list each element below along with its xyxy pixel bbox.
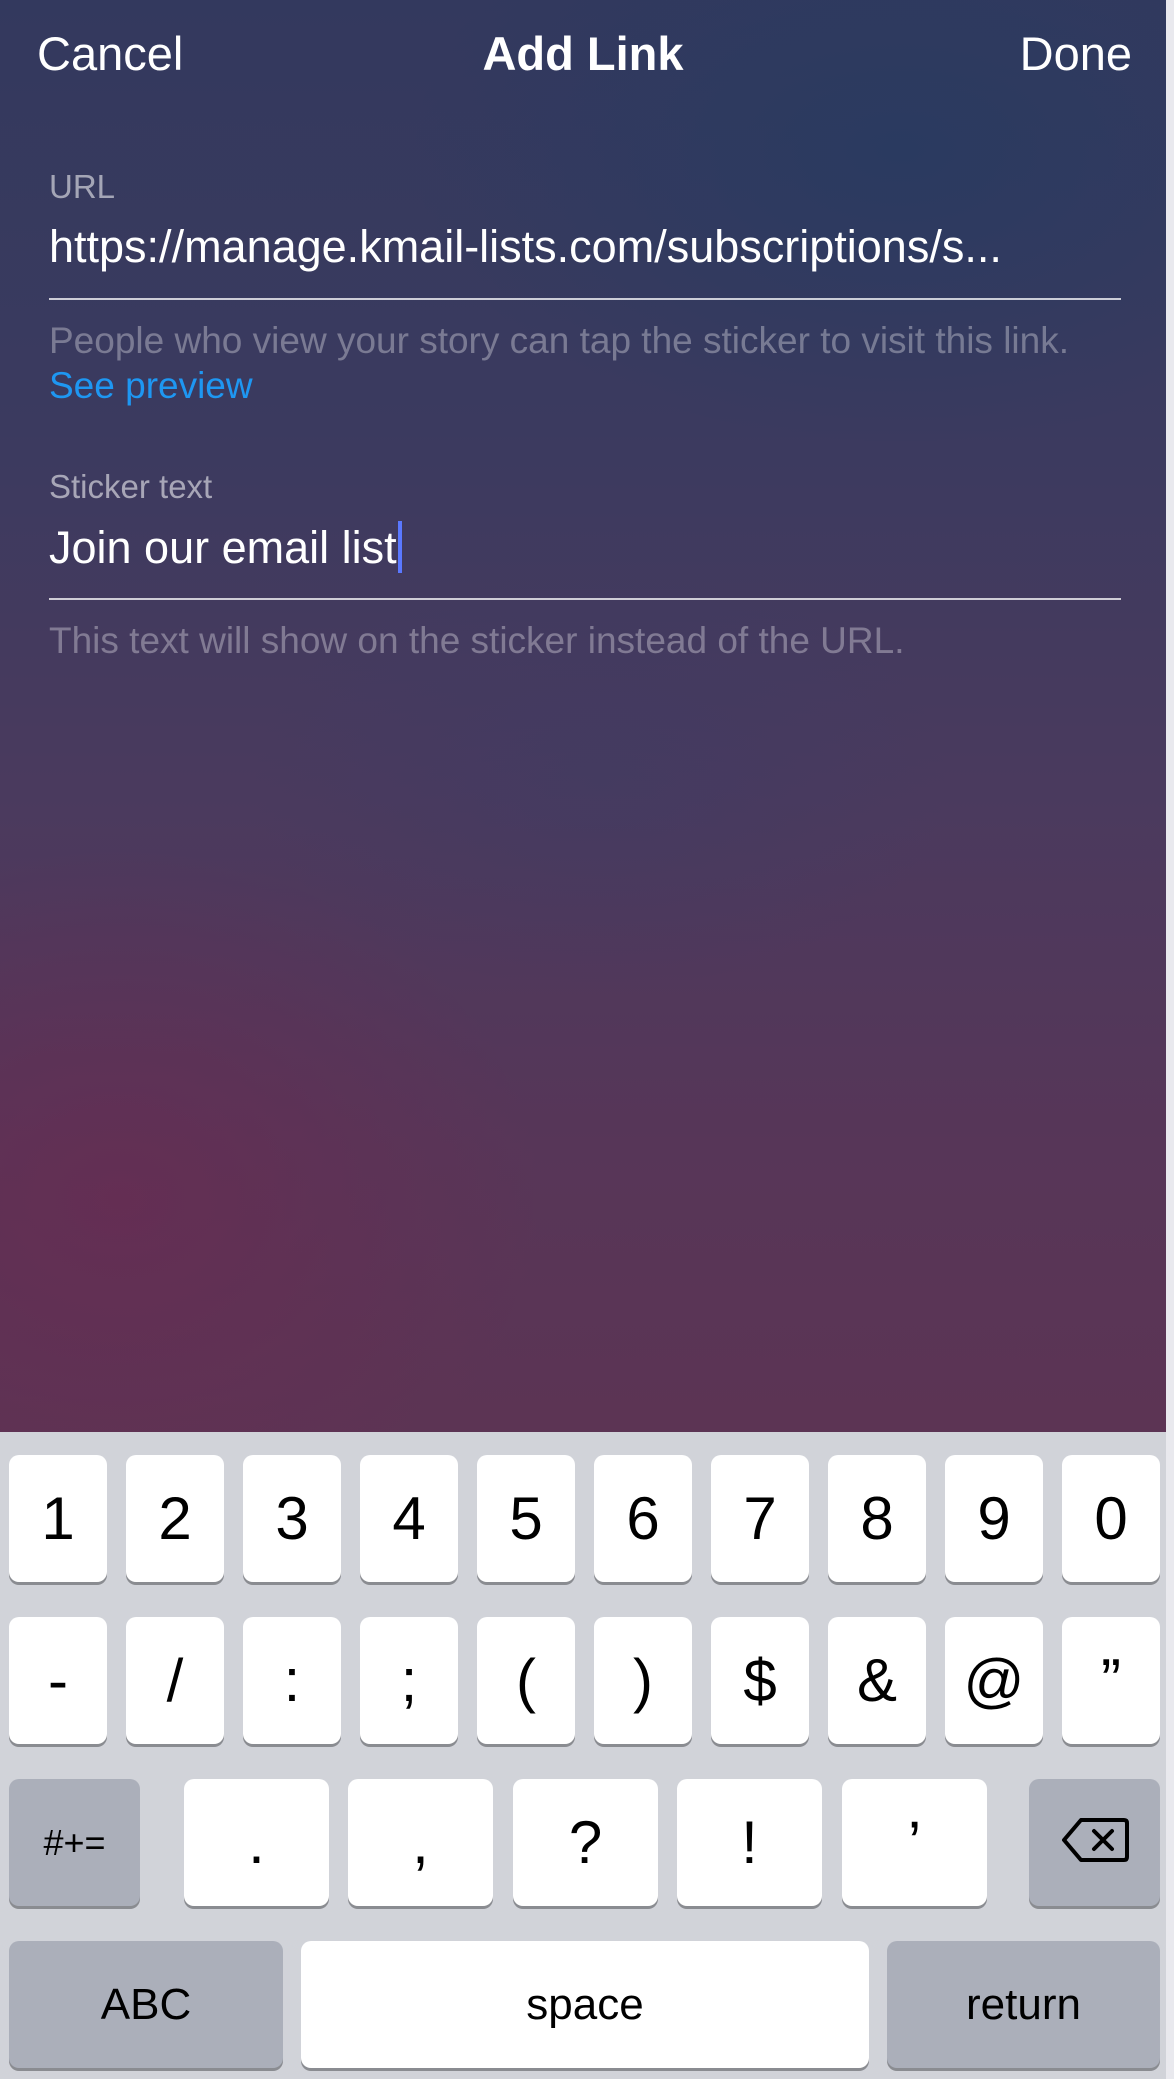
key-0[interactable]: 0 [1062, 1455, 1160, 1582]
space-key[interactable]: space [301, 1941, 869, 2068]
sticker-text-label: Sticker text [49, 468, 213, 505]
key-quote[interactable]: ” [1062, 1617, 1160, 1744]
url-helper-text: People who view your story can tap the s… [49, 320, 1069, 361]
key-5[interactable]: 5 [477, 1455, 575, 1582]
url-helper: People who view your story can tap the s… [49, 318, 1129, 408]
key-6[interactable]: 6 [594, 1455, 692, 1582]
url-label: URL [49, 168, 116, 205]
key-9[interactable]: 9 [945, 1455, 1043, 1582]
key-1[interactable]: 1 [9, 1455, 107, 1582]
key-semicolon[interactable]: ; [360, 1617, 458, 1744]
key-ampersand[interactable]: & [828, 1617, 926, 1744]
screen-edge [1166, 0, 1174, 2079]
text-caret [397, 521, 402, 573]
key-slash[interactable]: / [126, 1617, 224, 1744]
url-input[interactable]: https://manage.kmail-lists.com/subscript… [49, 221, 1002, 273]
add-link-screen: Cancel Add Link Done URL https://manage.… [0, 0, 1174, 2079]
backspace-icon [1061, 1808, 1129, 1877]
key-3[interactable]: 3 [243, 1455, 341, 1582]
see-preview-link[interactable]: See preview [49, 365, 253, 406]
sticker-text-input[interactable]: Join our email list [49, 521, 402, 574]
key-period[interactable]: . [184, 1779, 329, 1906]
abc-key[interactable]: ABC [9, 1941, 283, 2068]
done-button[interactable]: Done [1020, 26, 1132, 81]
key-at[interactable]: @ [945, 1617, 1043, 1744]
key-exclamation[interactable]: ! [677, 1779, 822, 1906]
sticker-text-helper: This text will show on the sticker inste… [49, 620, 905, 661]
key-hyphen[interactable]: - [9, 1617, 107, 1744]
key-question[interactable]: ? [513, 1779, 658, 1906]
key-open-paren[interactable]: ( [477, 1617, 575, 1744]
page-title: Add Link [482, 27, 684, 80]
return-key[interactable]: return [887, 1941, 1160, 2068]
header-bar: Cancel Add Link Done [0, 0, 1166, 110]
sticker-text-underline [49, 598, 1121, 600]
key-apostrophe[interactable]: ’ [842, 1779, 987, 1906]
sticker-text-value: Join our email list [49, 522, 397, 573]
symbols-toggle-key[interactable]: #+= [9, 1779, 140, 1906]
keyboard: 1 2 3 4 5 6 7 8 9 0 - / : ; ( ) $ & @ ” … [0, 1432, 1166, 2079]
key-comma[interactable]: , [348, 1779, 493, 1906]
key-4[interactable]: 4 [360, 1455, 458, 1582]
key-2[interactable]: 2 [126, 1455, 224, 1582]
key-8[interactable]: 8 [828, 1455, 926, 1582]
story-backdrop [0, 0, 1174, 1432]
key-close-paren[interactable]: ) [594, 1617, 692, 1744]
key-colon[interactable]: : [243, 1617, 341, 1744]
key-7[interactable]: 7 [711, 1455, 809, 1582]
key-dollar[interactable]: $ [711, 1617, 809, 1744]
backspace-key[interactable] [1029, 1779, 1160, 1906]
url-underline [49, 298, 1121, 300]
